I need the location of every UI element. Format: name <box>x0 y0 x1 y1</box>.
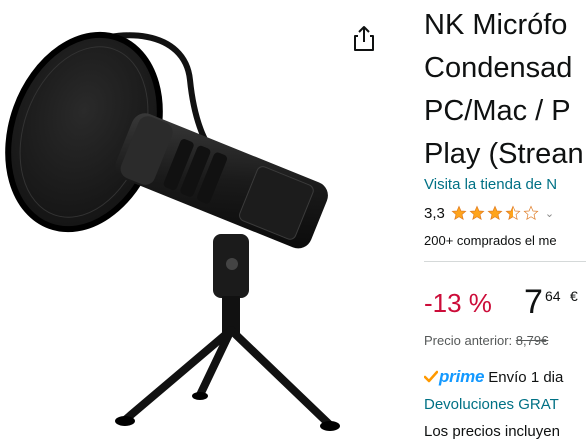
title-line: NK Micrófo <box>424 9 568 41</box>
delivery-text: Envío 1 dia <box>488 368 564 386</box>
previous-price-label: Precio anterior: <box>424 333 513 348</box>
previous-price-value: 8,79€ <box>515 333 549 348</box>
price-whole: 7 <box>524 283 543 321</box>
product-title[interactable]: NK Micrófo Condensad PC/Mac / P Play (St… <box>424 4 584 176</box>
rating-value: 3,3 <box>424 204 445 222</box>
share-button[interactable] <box>349 24 379 54</box>
title-line: PC/Mac / P <box>424 95 571 127</box>
star-rating <box>451 205 541 221</box>
divider <box>424 261 586 262</box>
star-full-icon <box>487 205 503 221</box>
prime-check-icon <box>424 370 438 383</box>
rating-widget[interactable]: 3,3 ⌄ <box>424 202 554 224</box>
share-icon <box>354 26 374 51</box>
star-empty-icon <box>523 205 539 221</box>
discount-percent: -13 % <box>424 288 492 318</box>
price-currency: € <box>570 288 578 304</box>
bought-count: 200+ comprados el me <box>424 233 557 248</box>
title-line: Condensad <box>424 52 573 84</box>
taxes-note: Los precios incluyen <box>424 423 560 440</box>
returns-link[interactable]: Devoluciones GRAT <box>424 396 559 413</box>
star-full-icon <box>469 205 485 221</box>
star-half-icon <box>505 205 521 221</box>
chevron-down-icon[interactable]: ⌄ <box>545 207 554 220</box>
star-full-icon <box>451 205 467 221</box>
store-link[interactable]: Visita la tienda de N <box>424 176 557 193</box>
price-fraction: 64 <box>545 288 561 304</box>
title-line: Play (Strean <box>424 138 584 170</box>
prime-delivery[interactable]: prime Envío 1 dia <box>424 365 563 389</box>
product-image[interactable] <box>0 0 410 445</box>
previous-price: Precio anterior: 8,79€ <box>424 333 548 348</box>
prime-logo: prime <box>439 367 485 386</box>
